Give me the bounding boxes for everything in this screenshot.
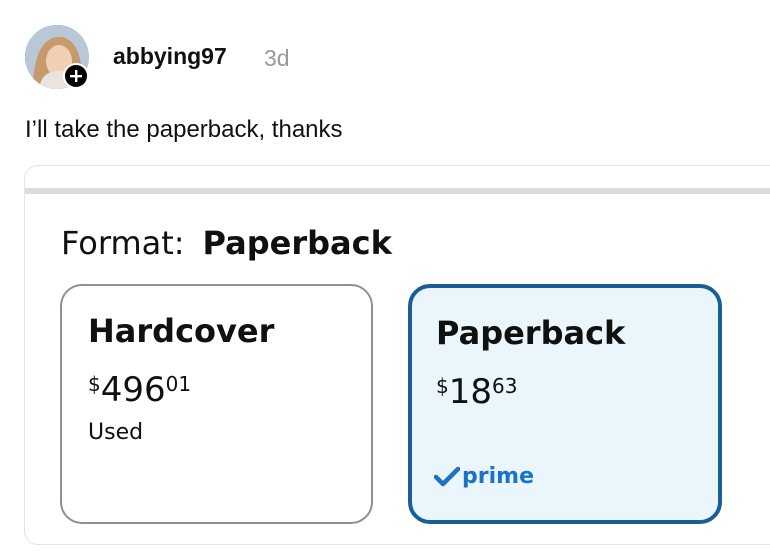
format-option-paperback[interactable]: Paperback $1863 prime xyxy=(408,284,722,524)
price-currency: $ xyxy=(88,372,101,396)
post: abbying97 3d I’ll take the paperback, th… xyxy=(0,0,770,558)
option-condition: Used xyxy=(88,420,144,445)
format-value: Paperback xyxy=(202,224,392,262)
format-label: Format: xyxy=(61,224,185,262)
prime-check-icon xyxy=(434,466,460,486)
prime-badge: prime xyxy=(434,464,534,489)
post-timestamp: 3d xyxy=(264,45,290,71)
add-follow-icon[interactable] xyxy=(63,63,89,89)
format-option-hardcover[interactable]: Hardcover $49601 Used xyxy=(60,284,373,524)
format-row: Format: Paperback xyxy=(61,224,392,262)
prime-label: prime xyxy=(462,464,534,489)
screenshot-divider xyxy=(25,188,770,194)
option-price: $49601 xyxy=(88,368,191,412)
comment-text: I’ll take the paperback, thanks xyxy=(25,116,343,143)
option-title: Hardcover xyxy=(88,312,275,350)
embedded-screenshot[interactable]: Format: Paperback Hardcover $49601 Used P… xyxy=(24,165,770,545)
price-whole: 496 xyxy=(100,370,166,410)
option-title: Paperback xyxy=(436,314,626,352)
price-whole: 18 xyxy=(448,372,492,412)
price-fraction: 63 xyxy=(492,374,518,398)
username[interactable]: abbying97 xyxy=(113,43,227,70)
avatar-container[interactable] xyxy=(25,25,89,89)
price-currency: $ xyxy=(436,374,449,398)
option-price: $1863 xyxy=(436,370,517,414)
price-fraction: 01 xyxy=(165,372,192,396)
